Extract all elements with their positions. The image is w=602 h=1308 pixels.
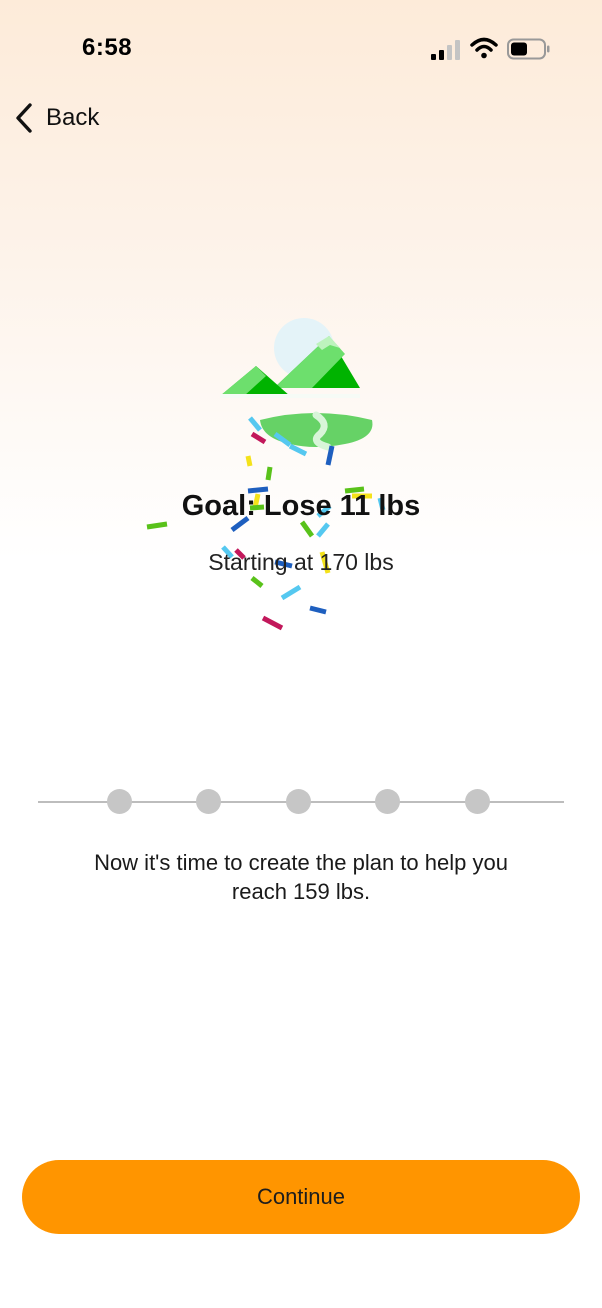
back-label: Back — [46, 104, 100, 131]
progress-stepper — [38, 788, 564, 816]
confetti-decoration — [146, 416, 386, 631]
chevron-left-icon — [16, 103, 32, 133]
status-bar: 6:58 — [0, 0, 602, 96]
back-button[interactable]: Back — [12, 100, 99, 136]
goal-title: Goal: Lose 11 lbs — [181, 490, 421, 522]
stepper-dot-2 — [196, 789, 221, 814]
continue-label: Continue — [256, 1184, 346, 1209]
plan-message: Now it's time to create the plan to help… — [94, 850, 508, 904]
wifi-icon — [470, 37, 498, 59]
status-time: 6:58 — [82, 34, 133, 61]
goal-subtitle: Starting at 170 lbs — [208, 549, 394, 575]
stepper-dot-3 — [286, 789, 311, 814]
battery-icon — [507, 38, 550, 60]
stepper-dot-5 — [465, 789, 490, 814]
stepper-dot-4 — [375, 789, 400, 814]
continue-button[interactable]: Continue — [22, 1160, 580, 1234]
hero-illustration — [140, 310, 460, 640]
cellular-signal-icon — [431, 40, 460, 60]
stepper-dot-1 — [107, 789, 132, 814]
